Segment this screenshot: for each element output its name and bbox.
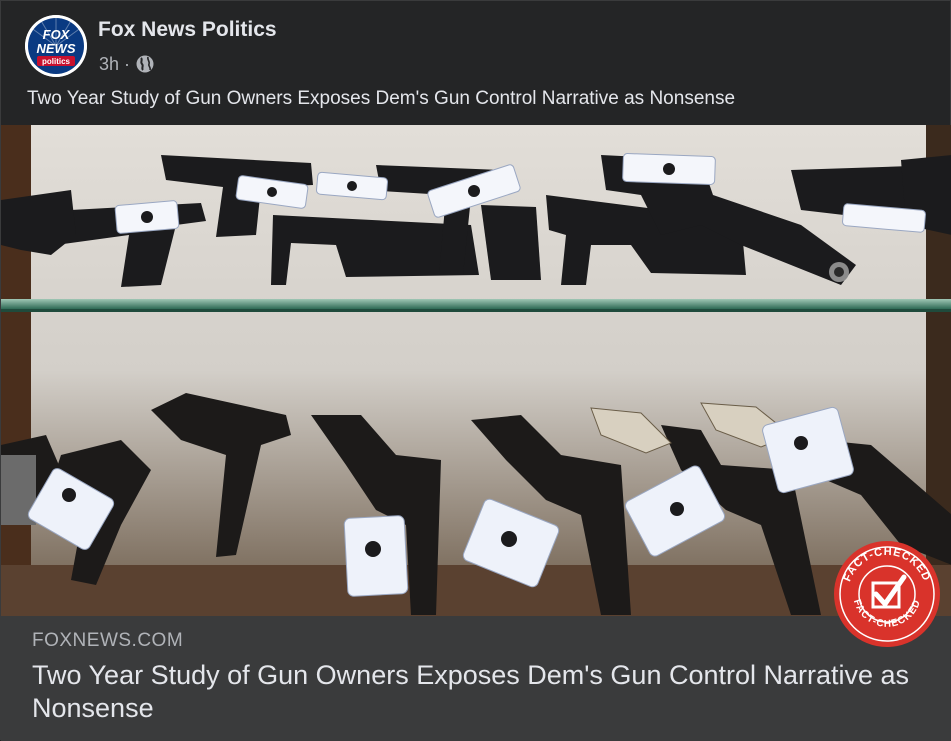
link-domain: FOXNEWS.COM — [32, 630, 184, 651]
link-title[interactable]: Two Year Study of Gun Owners Exposes Dem… — [32, 659, 922, 725]
svg-text:NEWS: NEWS — [37, 41, 76, 56]
fact-checked-badge: FACT-CHECKED FACT-CHECKED — [832, 539, 942, 649]
svg-text:politics: politics — [42, 57, 71, 66]
gun-display-case-photo — [1, 125, 951, 616]
post-photo[interactable] — [1, 125, 951, 616]
facebook-post: FOX NEWS politics Fox News Politics 3h ·… — [0, 0, 951, 741]
post-time[interactable]: 3h — [99, 54, 119, 75]
meta-separator: · — [124, 53, 131, 74]
link-preview[interactable]: FOXNEWS.COM Two Year Study of Gun Owners… — [1, 616, 951, 741]
globe-icon[interactable] — [135, 54, 155, 74]
page-avatar[interactable]: FOX NEWS politics — [25, 15, 87, 77]
page-name[interactable]: Fox News Politics — [98, 18, 277, 42]
post-meta: 3h · — [99, 52, 155, 76]
svg-text:FOX: FOX — [43, 27, 71, 42]
fox-news-politics-logo: FOX NEWS politics — [25, 15, 87, 77]
post-caption: Two Year Study of Gun Owners Exposes Dem… — [27, 88, 736, 109]
post-header: FOX NEWS politics Fox News Politics 3h · — [1, 1, 951, 81]
